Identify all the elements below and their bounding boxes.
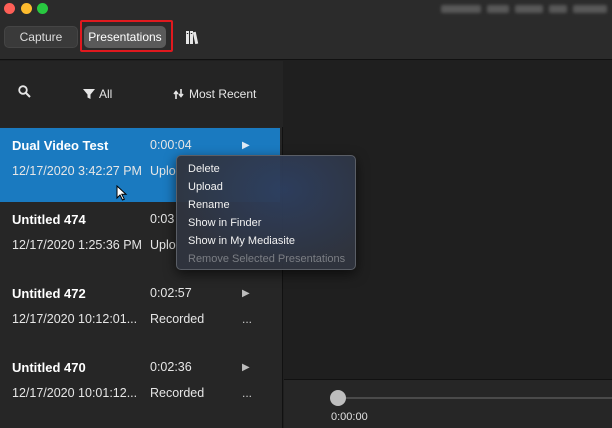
- presentation-duration: 0:00:04: [150, 138, 192, 152]
- presentation-status: Recorded: [150, 386, 205, 400]
- presentation-title: Dual Video Test: [12, 138, 109, 153]
- presentation-duration: 0:02:36: [150, 360, 192, 374]
- filter-dropdown[interactable]: All: [83, 87, 112, 101]
- presentation-status: Recorded: [150, 312, 205, 326]
- books-icon[interactable]: [185, 29, 201, 45]
- search-icon[interactable]: [18, 85, 31, 98]
- sort-dropdown[interactable]: Most Recent: [173, 87, 256, 101]
- filter-bar: All Most Recent: [0, 61, 283, 127]
- play-icon[interactable]: ▶: [242, 362, 250, 373]
- minimize-window-button[interactable]: [21, 3, 32, 14]
- list-item[interactable]: Untitled 472 0:02:57 ▶ 12/17/2020 10:12:…: [0, 276, 280, 350]
- context-menu: Delete Upload Rename Show in Finder Show…: [176, 155, 356, 270]
- presentation-duration: 0:03: [150, 212, 175, 226]
- more-icon[interactable]: ...: [242, 386, 252, 400]
- maximize-window-button[interactable]: [37, 3, 48, 14]
- presentation-date: 12/17/2020 1:25:36 PM: [12, 238, 142, 252]
- menu-item-delete[interactable]: Delete: [188, 163, 220, 175]
- blurred-window-title: [441, 5, 611, 13]
- presentation-status: Uplo: [150, 238, 176, 252]
- sort-icon: [173, 89, 184, 99]
- timeline-track[interactable]: [336, 397, 612, 399]
- presentation-duration: 0:02:57: [150, 286, 192, 300]
- menu-item-show-in-mediasite[interactable]: Show in My Mediasite: [188, 235, 295, 247]
- list-item[interactable]: Untitled 470 0:02:36 ▶ 12/17/2020 10:01:…: [0, 350, 280, 424]
- highlight-annotation: [80, 20, 173, 52]
- presentation-title: Untitled 474: [12, 212, 86, 227]
- more-icon[interactable]: ...: [242, 312, 252, 326]
- mouse-cursor-icon: [116, 184, 128, 201]
- filter-label: All: [99, 87, 113, 101]
- presentation-status: Uplo: [150, 164, 176, 178]
- menu-item-show-in-finder[interactable]: Show in Finder: [188, 217, 261, 229]
- play-icon[interactable]: ▶: [242, 140, 250, 151]
- tab-capture[interactable]: Capture: [4, 26, 78, 48]
- menu-item-upload[interactable]: Upload: [188, 181, 223, 193]
- funnel-icon: [83, 89, 95, 99]
- presentation-title: Untitled 472: [12, 286, 86, 301]
- presentation-date: 12/17/2020 10:01:12...: [12, 386, 138, 400]
- play-icon[interactable]: ▶: [242, 288, 250, 299]
- title-bar: Capture Presentations: [0, 0, 612, 60]
- close-window-button[interactable]: [4, 3, 15, 14]
- presentation-date: 12/17/2020 10:12:01...: [12, 312, 138, 326]
- presentation-date: 12/17/2020 3:42:27 PM: [12, 164, 142, 178]
- timeline-scrubber-handle[interactable]: [330, 390, 346, 406]
- sort-label: Most Recent: [189, 87, 257, 101]
- presentation-title: Untitled 470: [12, 360, 86, 375]
- menu-item-rename[interactable]: Rename: [188, 199, 230, 211]
- menu-item-remove-selected: Remove Selected Presentations: [188, 253, 346, 265]
- current-time: 0:00:00: [331, 411, 368, 423]
